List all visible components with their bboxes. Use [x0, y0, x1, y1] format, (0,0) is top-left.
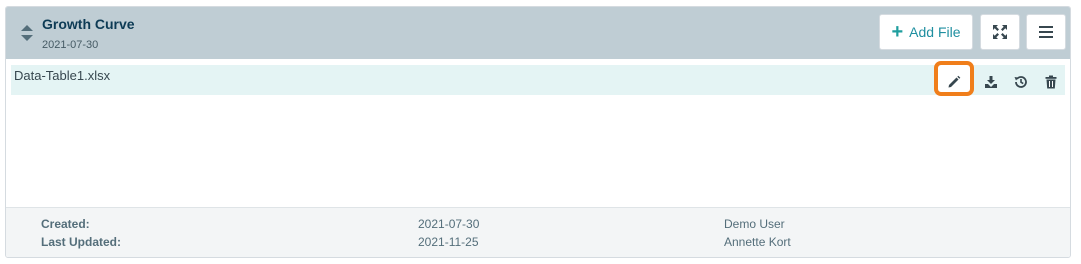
updated-date: 2021-11-25 [418, 235, 479, 249]
created-by: Demo User [724, 217, 785, 231]
updated-by: Annette Kort [724, 235, 791, 249]
created-label: Created: [41, 217, 90, 231]
add-file-button[interactable]: + Add File [879, 14, 973, 50]
sort-icon[interactable] [20, 24, 34, 42]
pencil-icon [948, 75, 961, 88]
edit-button[interactable] [943, 71, 965, 93]
file-row[interactable]: Data-Table1.xlsx [11, 61, 1065, 96]
menu-button[interactable] [1026, 14, 1066, 50]
download-icon [985, 76, 997, 88]
add-file-label: Add File [909, 24, 961, 40]
created-date: 2021-07-30 [418, 217, 480, 231]
delete-button[interactable] [1040, 71, 1062, 93]
expand-icon [993, 25, 1007, 39]
card-header: Growth Curve 2021-07-30 + Add File [6, 7, 1070, 59]
file-name[interactable]: Data-Table1.xlsx [14, 68, 110, 83]
history-button[interactable] [1010, 71, 1032, 93]
card-date: 2021-07-30 [42, 39, 99, 51]
updated-label: Last Updated: [41, 235, 122, 249]
file-card: Growth Curve 2021-07-30 + Add File Data-… [5, 6, 1071, 258]
card-title: Growth Curve [42, 16, 135, 32]
download-button[interactable] [980, 71, 1002, 93]
hamburger-menu-icon [1039, 26, 1053, 38]
card-footer: Created: 2021-07-30 Demo User Last Updat… [6, 207, 1070, 257]
trash-icon [1045, 75, 1057, 89]
expand-button[interactable] [980, 14, 1020, 50]
plus-icon: + [891, 21, 904, 43]
history-icon [1014, 76, 1027, 88]
